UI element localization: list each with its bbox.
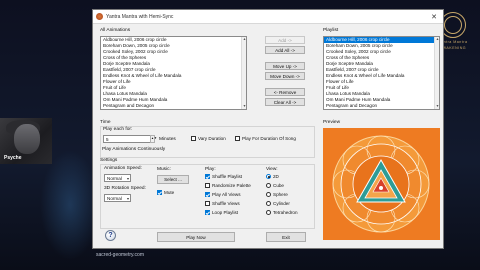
chevron-down-icon: ▾ xyxy=(126,176,129,181)
view-option-radio[interactable]: Sphere xyxy=(266,192,288,197)
view-option-label: 2D xyxy=(273,174,279,179)
play-option-checkbox[interactable]: Loop Playlist xyxy=(205,210,238,215)
play-option-checkbox[interactable]: Play All Views xyxy=(205,192,241,197)
settings-label: Settings xyxy=(100,158,118,163)
scroll-down-icon[interactable]: ▼ xyxy=(242,104,246,109)
help-icon[interactable]: ? xyxy=(105,230,116,241)
clear-all-button[interactable]: Clear All -> xyxy=(265,98,305,106)
add-button[interactable]: Add -> xyxy=(265,36,305,44)
playlist-scrollbar[interactable]: ▲ ▼ xyxy=(434,37,439,109)
mandala-bindu xyxy=(379,186,383,190)
checkbox-box xyxy=(205,174,210,179)
app-window: Yantra Mantra with Hemi-Sync ✕ All Anima… xyxy=(92,9,444,249)
music-label: Music: xyxy=(157,167,171,172)
move-up-button[interactable]: Move Up -> xyxy=(265,62,305,70)
play-option-label: Randomize Palette xyxy=(212,183,251,188)
move-down-button[interactable]: Move Down -> xyxy=(265,72,305,80)
play-continuously-label[interactable]: Play Animations Continuously xyxy=(102,147,165,152)
title-bar[interactable]: Yantra Mantra with Hemi-Sync ✕ xyxy=(93,10,443,24)
checkbox-box xyxy=(235,136,240,141)
view-option-label: Tetrahedron xyxy=(273,210,298,215)
checkbox-box xyxy=(157,190,162,195)
playlist-list[interactable]: ▲ ▼ Aldbourne Hill, 2006 crop circle Boreh… xyxy=(323,36,440,110)
checkbox-box xyxy=(205,210,210,215)
radio-circle xyxy=(266,174,271,179)
play-option-checkbox[interactable]: Shuffle Views xyxy=(205,201,240,206)
play-option-label: Shuffle Playlist xyxy=(212,174,243,179)
animation-speed-select[interactable]: Normal ▾ xyxy=(104,174,131,182)
play-option-label: Loop Playlist xyxy=(212,210,239,215)
list-item[interactable]: Pentagram and Decagon xyxy=(101,103,246,109)
logo-ring-inner xyxy=(444,16,462,34)
animation-speed-label: Animation Speed: xyxy=(104,166,142,171)
play-for-song-label: Play For Duration Of Song xyxy=(242,136,296,141)
checkbox-box xyxy=(191,136,196,141)
vary-duration-checkbox[interactable]: Vary Duration xyxy=(191,136,226,141)
view-options-label: View: xyxy=(266,167,278,172)
radio-circle xyxy=(266,183,271,188)
rotation-speed-value: Normal xyxy=(107,196,122,201)
play-option-checkbox[interactable]: Shuffle Playlist xyxy=(205,174,242,179)
app-icon xyxy=(96,13,103,20)
play-for-song-checkbox[interactable]: Play For Duration Of Song xyxy=(235,136,296,141)
scroll-down-icon[interactable]: ▼ xyxy=(435,104,439,109)
play-option-label: Play All Views xyxy=(212,192,241,197)
mute-label: Mute xyxy=(164,190,175,195)
mute-checkbox[interactable]: Mute xyxy=(157,190,174,195)
radio-circle xyxy=(266,192,271,197)
select-music-button[interactable]: Select ... xyxy=(157,175,189,184)
view-option-radio[interactable]: Cube xyxy=(266,183,284,188)
play-now-button[interactable]: Play Now xyxy=(157,232,235,242)
add-all-button[interactable]: Add All -> xyxy=(265,46,305,54)
vary-duration-label: Vary Duration xyxy=(198,136,226,141)
scroll-up-icon[interactable]: ▲ xyxy=(435,37,439,42)
view-option-label: Cube xyxy=(273,183,284,188)
view-option-radio[interactable]: 2D xyxy=(266,174,279,179)
playlist-label: Playlist xyxy=(323,28,339,33)
minutes-label: Minutes xyxy=(159,137,176,142)
view-option-radio[interactable]: Cylinder xyxy=(266,201,290,206)
close-icon[interactable]: ✕ xyxy=(425,10,443,23)
time-label: Time xyxy=(100,120,111,125)
scroll-up-icon[interactable]: ▲ xyxy=(242,37,246,42)
window-title: Yantra Mantra with Hemi-Sync xyxy=(106,13,174,20)
play-options-label: Play: xyxy=(205,167,216,172)
animation-speed-value: Normal xyxy=(107,176,122,181)
checkbox-box xyxy=(205,192,210,197)
view-option-label: Sphere xyxy=(273,192,288,197)
checkbox-box xyxy=(205,183,210,188)
rotation-speed-label: 3D Rotation Speed: xyxy=(104,186,146,191)
background-glow xyxy=(40,150,100,260)
view-option-radio[interactable]: Tetrahedron xyxy=(266,210,298,215)
all-animations-list[interactable]: ▲ ▼ Aldbourne Hill, 2006 crop circle Boreh… xyxy=(100,36,247,110)
watermark: sacred-geometry.com xyxy=(96,252,144,258)
webcam-overlay: Psyche xyxy=(0,118,52,164)
view-option-label: Cylinder xyxy=(273,201,290,206)
preview-pane xyxy=(323,128,440,240)
mandala-preview xyxy=(323,128,440,240)
checkbox-box xyxy=(205,201,210,206)
play-option-label: Shuffle Views xyxy=(212,201,240,206)
chevron-down-icon: ▾ xyxy=(126,196,129,201)
webcam-name: Psyche xyxy=(4,155,22,161)
exit-button[interactable]: Exit xyxy=(266,232,306,242)
radio-circle xyxy=(266,210,271,215)
rotation-speed-select[interactable]: Normal ▾ xyxy=(104,194,131,202)
minutes-spinner[interactable]: ▲▼ xyxy=(150,135,157,143)
all-animations-scrollbar[interactable]: ▲ ▼ xyxy=(241,37,246,109)
list-item[interactable]: Pentagram and Decagon xyxy=(324,103,439,109)
minutes-input[interactable]: 5 xyxy=(103,135,155,143)
preview-label: Preview xyxy=(323,120,341,125)
play-each-for-label: Play each for: xyxy=(103,127,133,132)
all-animations-label: All Animations xyxy=(100,28,131,33)
remove-button[interactable]: <- Remove xyxy=(265,88,305,96)
play-option-checkbox[interactable]: Randomize Palette xyxy=(205,183,251,188)
radio-circle xyxy=(266,201,271,206)
webcam-face xyxy=(14,124,40,154)
